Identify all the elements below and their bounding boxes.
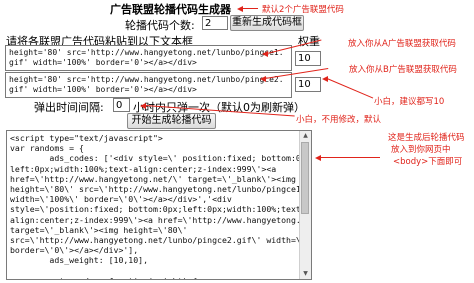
arrow-line xyxy=(242,8,258,9)
arrow-icon xyxy=(315,155,321,161)
code-field-b[interactable]: height='80' src='http://www.hangyetong.n… xyxy=(5,72,292,98)
annotation-field-b: 放入你从B广告联盟获取代码 xyxy=(349,65,457,75)
annotation-interval: 小白，不用修改，默认 xyxy=(296,115,382,125)
annotation-output-line3: <body>下面即可 xyxy=(393,157,463,167)
scroll-down-icon[interactable]: ▼ xyxy=(300,269,311,279)
generate-code-button[interactable]: 开始生成轮播代码 xyxy=(127,113,216,129)
arrow-icon xyxy=(237,6,243,12)
annotation-output-line2: 放入到你网页中 xyxy=(391,145,451,155)
interval-label: 弹出时间间隔: xyxy=(34,101,104,114)
annotation-output-line1: 这是生成后轮播代码 xyxy=(388,133,465,143)
interval-input[interactable]: 0 xyxy=(113,98,130,112)
output-code-text: <script type="text/javascript"> var rand… xyxy=(7,131,299,279)
weight-input-b[interactable]: 10 xyxy=(295,77,321,92)
count-input[interactable]: 2 xyxy=(202,16,228,30)
output-code-area[interactable]: <script type="text/javascript"> var rand… xyxy=(6,130,312,280)
weight-input-a[interactable]: 10 xyxy=(295,51,321,66)
count-label: 轮播代码个数: xyxy=(125,19,195,32)
arrow-line xyxy=(320,157,380,158)
regenerate-fields-button[interactable]: 重新生成代码框 xyxy=(230,15,304,31)
annotation-field-a: 放入你从A广告联盟获取代码 xyxy=(348,39,456,49)
output-scrollbar[interactable]: ▲ ▼ xyxy=(299,131,311,279)
page-title: 广告联盟轮播代码生成器 xyxy=(110,3,231,16)
code-field-a[interactable]: height='80' src='http://www.hangyetong.n… xyxy=(5,45,292,71)
arrow-line xyxy=(326,78,374,99)
scroll-up-icon[interactable]: ▲ xyxy=(300,131,311,141)
annotation-default-count: 默认2个广告联盟代码 xyxy=(262,5,344,15)
annotation-weight: 小白，建议都写10 xyxy=(374,97,445,107)
scroll-thumb[interactable] xyxy=(301,142,309,214)
